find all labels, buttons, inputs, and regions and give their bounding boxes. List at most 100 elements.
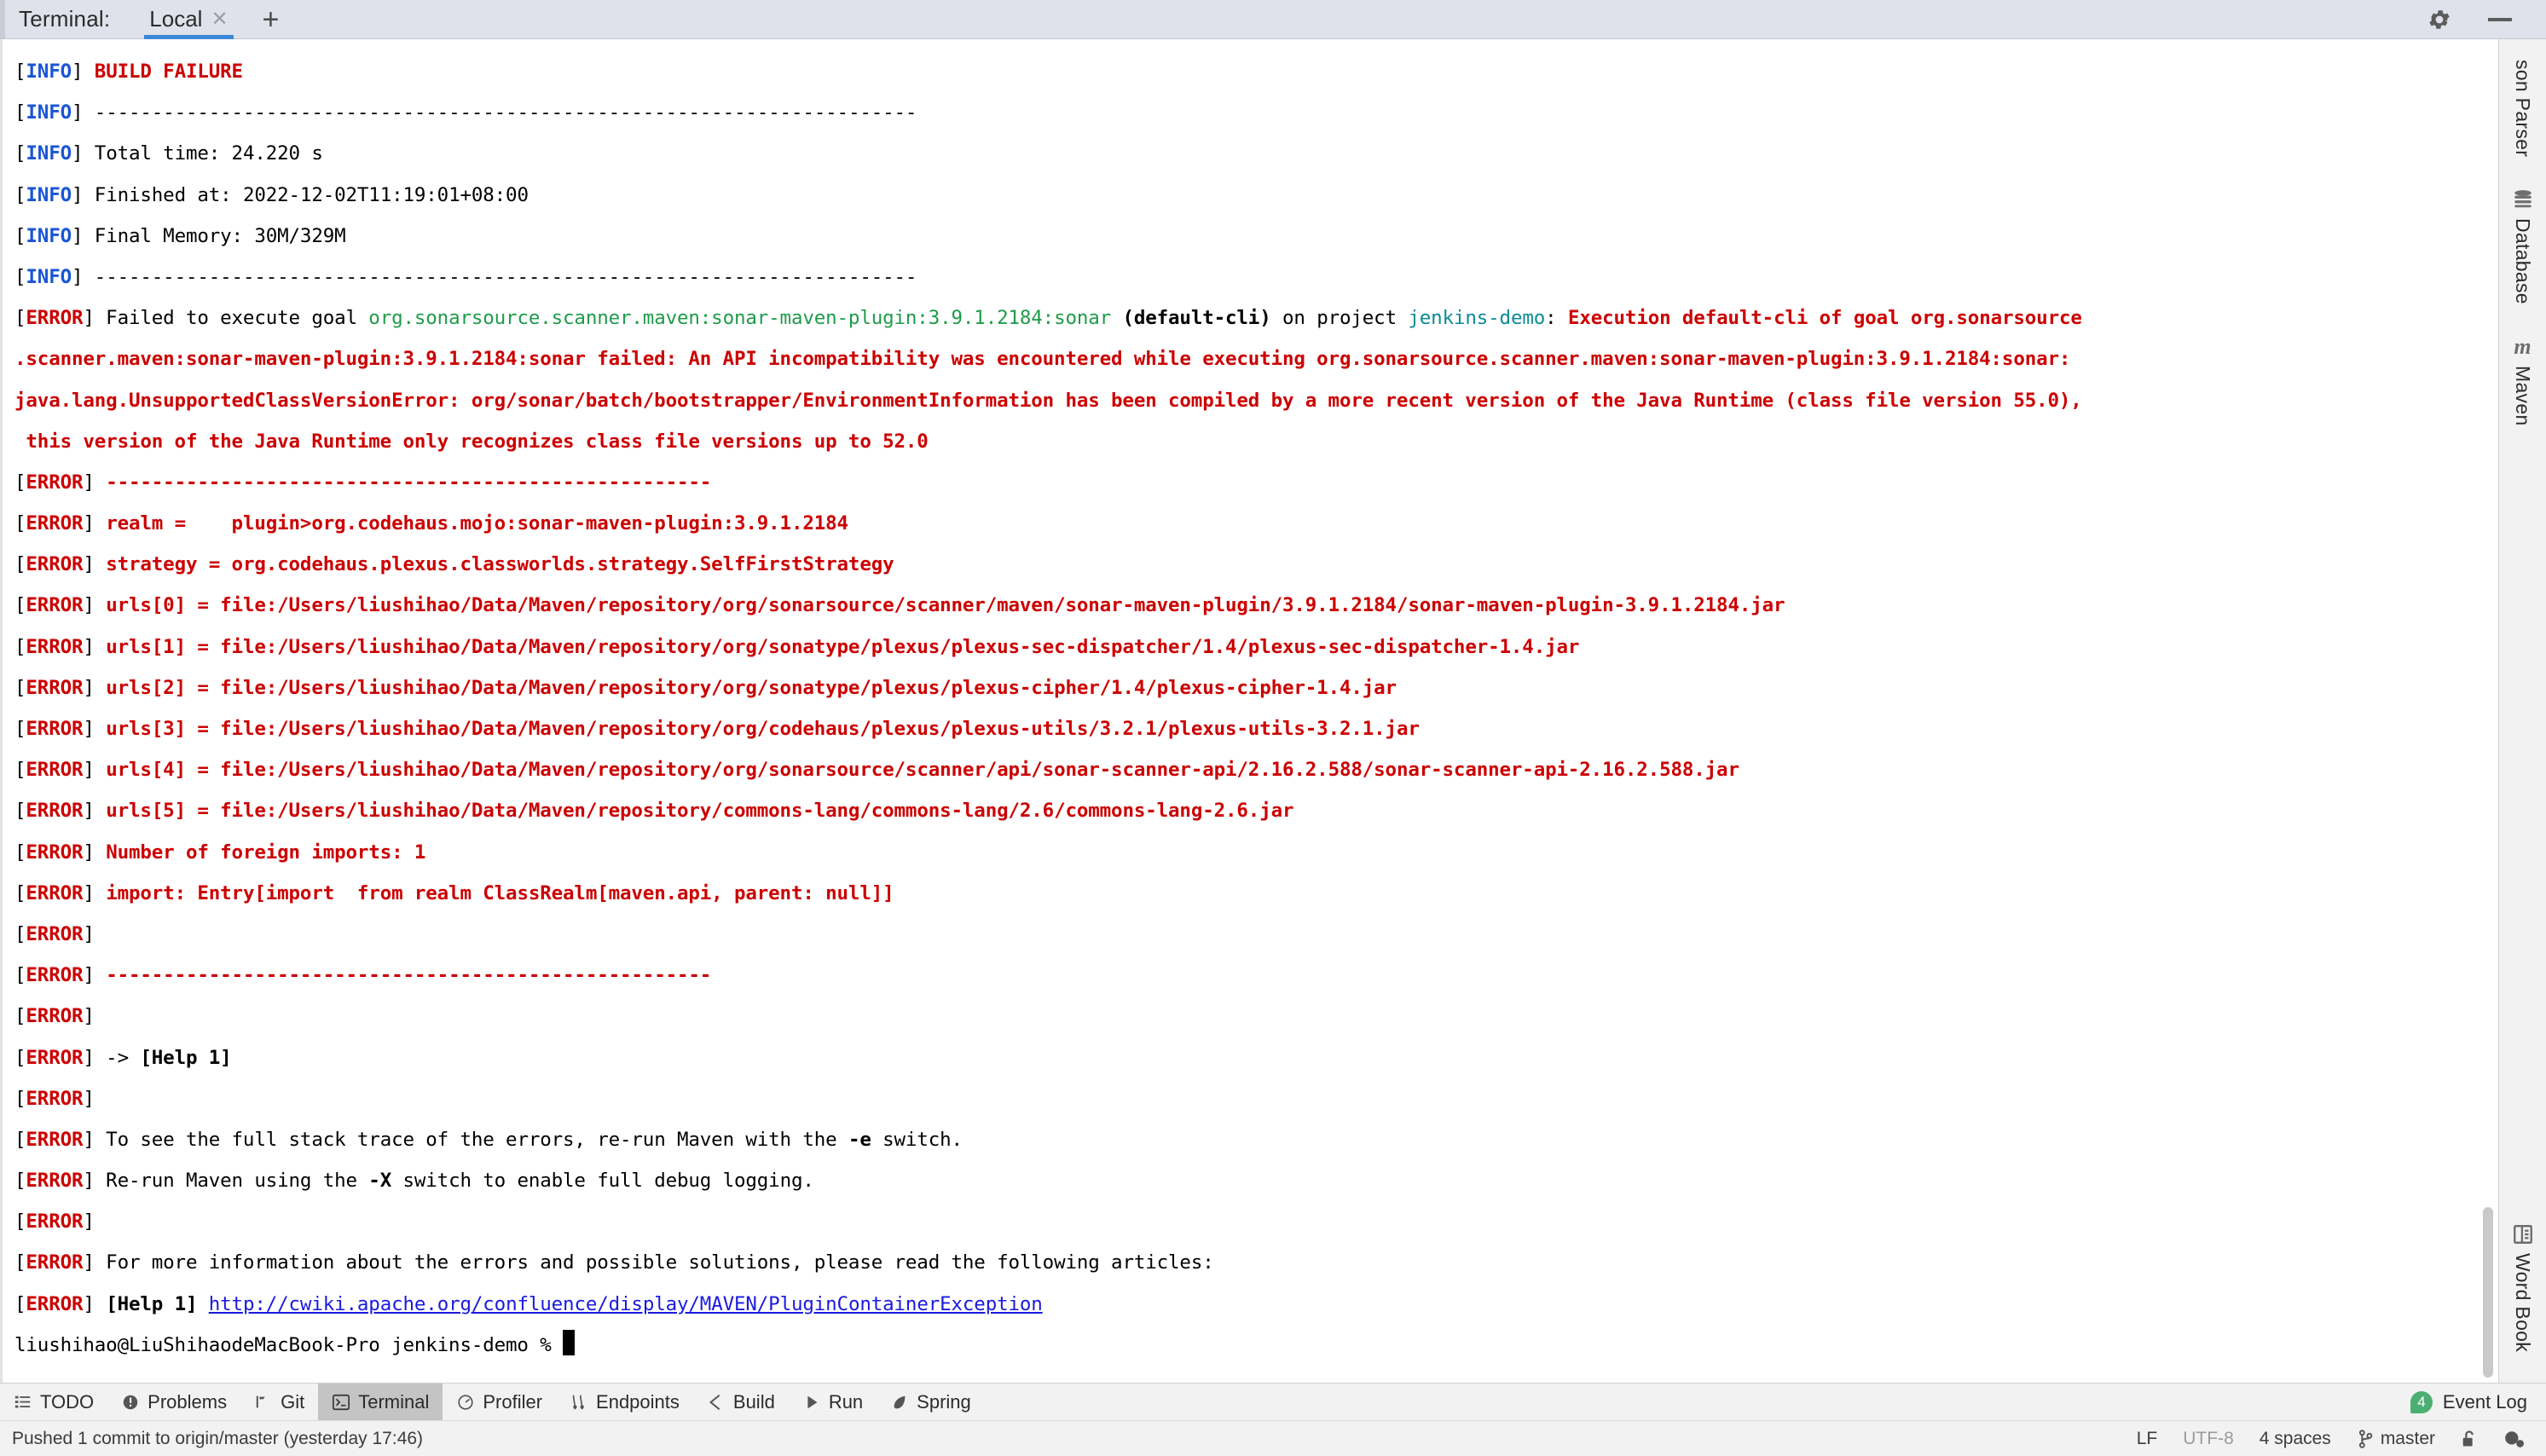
terminal-text: -X	[368, 1170, 391, 1192]
terminal-line: [ERROR] Re-run Maven using the -X switch…	[14, 1160, 2498, 1201]
tab-bar-actions	[2427, 7, 2546, 32]
tool-window-button-problems[interactable]: Problems	[107, 1384, 240, 1420]
terminal-text: ]	[83, 1210, 94, 1233]
terminal-line: [INFO] Total time: 24.220 s	[14, 133, 2498, 174]
terminal-text: ]	[83, 759, 106, 781]
terminal-text: [	[14, 1210, 26, 1233]
terminal-panel[interactable]: [INFO] BUILD FAILURE[INFO] -------------…	[0, 39, 2498, 1383]
word-book-icon	[2511, 1222, 2535, 1246]
profiler-icon	[456, 1393, 475, 1412]
terminal-text: [	[14, 800, 26, 822]
terminal-text: ERROR	[26, 1293, 83, 1315]
line-separator-indicator[interactable]: LF	[2137, 1429, 2158, 1449]
terminal-text: ERROR	[26, 636, 83, 658]
terminal-text: ]	[83, 882, 106, 904]
terminal-line: [ERROR] For more information about the e…	[14, 1242, 2498, 1283]
terminal-text: [Help 1]	[106, 1293, 197, 1315]
add-tab-icon[interactable]: +	[263, 5, 280, 34]
terminal-text: [	[14, 1170, 26, 1192]
terminal-line: [INFO] ---------------------------------…	[14, 257, 2498, 298]
tool-window-button-git[interactable]: Git	[240, 1384, 318, 1420]
git-branch-icon	[2357, 1430, 2374, 1448]
indent-indicator[interactable]: 4 spaces	[2260, 1429, 2331, 1449]
terminal-text: [	[14, 1005, 26, 1027]
terminal-output[interactable]: [INFO] BUILD FAILURE[INFO] -------------…	[3, 39, 2498, 1366]
terminal-text: ERROR	[26, 1170, 83, 1192]
tool-window-button-build[interactable]: Build	[693, 1384, 789, 1420]
encoding-indicator[interactable]: UTF-8	[2183, 1429, 2234, 1449]
status-bar-right: LF UTF-8 4 spaces master	[2137, 1429, 2546, 1449]
terminal-text: java.lang.UnsupportedClassVersionError: …	[14, 390, 2082, 412]
terminal-text: jenkins-demo	[1408, 307, 1545, 329]
terminal-text: ERROR	[26, 841, 83, 864]
git-branch-icon	[254, 1393, 273, 1412]
sidebar-item-label: Database	[2511, 218, 2534, 304]
terminal-text: ERROR	[26, 512, 83, 534]
terminal-cursor	[563, 1330, 575, 1355]
terminal-text: INFO	[26, 101, 72, 124]
sidebar-item-database[interactable]: Database	[2511, 179, 2535, 326]
right-sidebar-top-group: son Parser Database mMaven	[2499, 51, 2546, 448]
terminal-text: [	[14, 964, 26, 986]
terminal-line: [ERROR] [Help 1] http://cwiki.apache.org…	[14, 1284, 2498, 1325]
terminal-text	[197, 1293, 208, 1315]
terminal-scrollbar-thumb[interactable]	[2483, 1207, 2493, 1378]
tool-window-button-label: Build	[733, 1391, 775, 1413]
terminal-text: ] --------------------------------------…	[72, 266, 917, 288]
help-settings-icon[interactable]	[2503, 1430, 2524, 1448]
sidebar-item-son-parser[interactable]: son Parser	[2511, 51, 2534, 179]
terminal-text: ERROR	[26, 553, 83, 575]
event-log-button[interactable]: 4 Event Log	[2410, 1384, 2546, 1420]
terminal-line: java.lang.UnsupportedClassVersionError: …	[14, 380, 2498, 421]
terminal-line: [ERROR]	[14, 1201, 2498, 1242]
terminal-text: ERROR	[26, 307, 83, 329]
terminal-link[interactable]: http://cwiki.apache.org/confluence/displ…	[209, 1293, 1043, 1315]
tool-window-button-profiler[interactable]: Profiler	[443, 1384, 556, 1420]
terminal-text: ]	[83, 1005, 94, 1027]
tool-window-button-label: Terminal	[358, 1391, 429, 1413]
terminal-text: ]	[83, 471, 106, 494]
terminal-line: [ERROR] import: Entry[import from realm …	[14, 873, 2498, 914]
tool-window-button-label: Profiler	[483, 1391, 542, 1413]
terminal-text: [	[14, 61, 26, 83]
close-icon[interactable]: ✕	[211, 9, 228, 30]
tool-window-button-endpoints[interactable]: Endpoints	[556, 1384, 693, 1420]
settings-gear-icon[interactable]	[2427, 7, 2452, 32]
minimize-icon[interactable]	[2488, 18, 2512, 21]
terminal-scrollbar[interactable]	[2481, 39, 2495, 1383]
sidebar-item-maven[interactable]: mMaven	[2511, 326, 2535, 448]
run-play-icon	[802, 1393, 821, 1412]
terminal-tab-local[interactable]: Local ✕	[144, 0, 233, 39]
tool-window-button-todo[interactable]: TODO	[0, 1384, 107, 1420]
terminal-text: ] Final Memory: 30M/329M	[72, 225, 346, 247]
terminal-text: [	[14, 718, 26, 740]
terminal-text: INFO	[26, 225, 72, 247]
terminal-line: this version of the Java Runtime only re…	[14, 421, 2498, 462]
terminal-text: [Help 1]	[140, 1047, 231, 1069]
active-tab-indicator	[144, 35, 233, 39]
tool-window-button-run[interactable]: Run	[789, 1384, 877, 1420]
right-tool-sidebar: son Parser Database mMaven Word Book	[2498, 39, 2546, 1383]
terminal-tab-bar: Terminal: Local ✕ +	[0, 0, 2546, 39]
tool-window-button-spring[interactable]: Spring	[877, 1384, 985, 1420]
terminal-text: ] Total time: 24.220 s	[72, 142, 323, 165]
terminal-text: ] Failed to execute goal	[83, 307, 368, 329]
branch-indicator[interactable]: master	[2357, 1429, 2435, 1449]
terminal-text: Execution default-cli of goal org.sonars…	[1568, 307, 2082, 329]
ide-body: [INFO] BUILD FAILURE[INFO] -------------…	[0, 39, 2546, 1383]
terminal-text: [	[14, 266, 26, 288]
terminal-text: [	[14, 1088, 26, 1110]
terminal-line: liushihao@LiuShihaodeMacBook-Pro jenkins…	[14, 1325, 2498, 1366]
terminal-text: [	[14, 184, 26, 206]
terminal-text: [	[14, 307, 26, 329]
terminal-text: [	[14, 594, 26, 616]
terminal-text: import: Entry[import from realm ClassRea…	[106, 882, 894, 904]
sidebar-item-word-book[interactable]: Word Book	[2511, 1214, 2535, 1374]
terminal-text: ERROR	[26, 964, 83, 986]
tool-window-button-label: Spring	[917, 1391, 971, 1413]
unlocked-padlock-icon[interactable]	[2461, 1430, 2478, 1448]
terminal-text: ]	[83, 1293, 106, 1315]
terminal-text: ]	[83, 964, 106, 986]
terminal-line: [ERROR] realm = plugin>org.codehaus.mojo…	[14, 503, 2498, 544]
tool-window-button-terminal[interactable]: Terminal	[318, 1384, 443, 1420]
